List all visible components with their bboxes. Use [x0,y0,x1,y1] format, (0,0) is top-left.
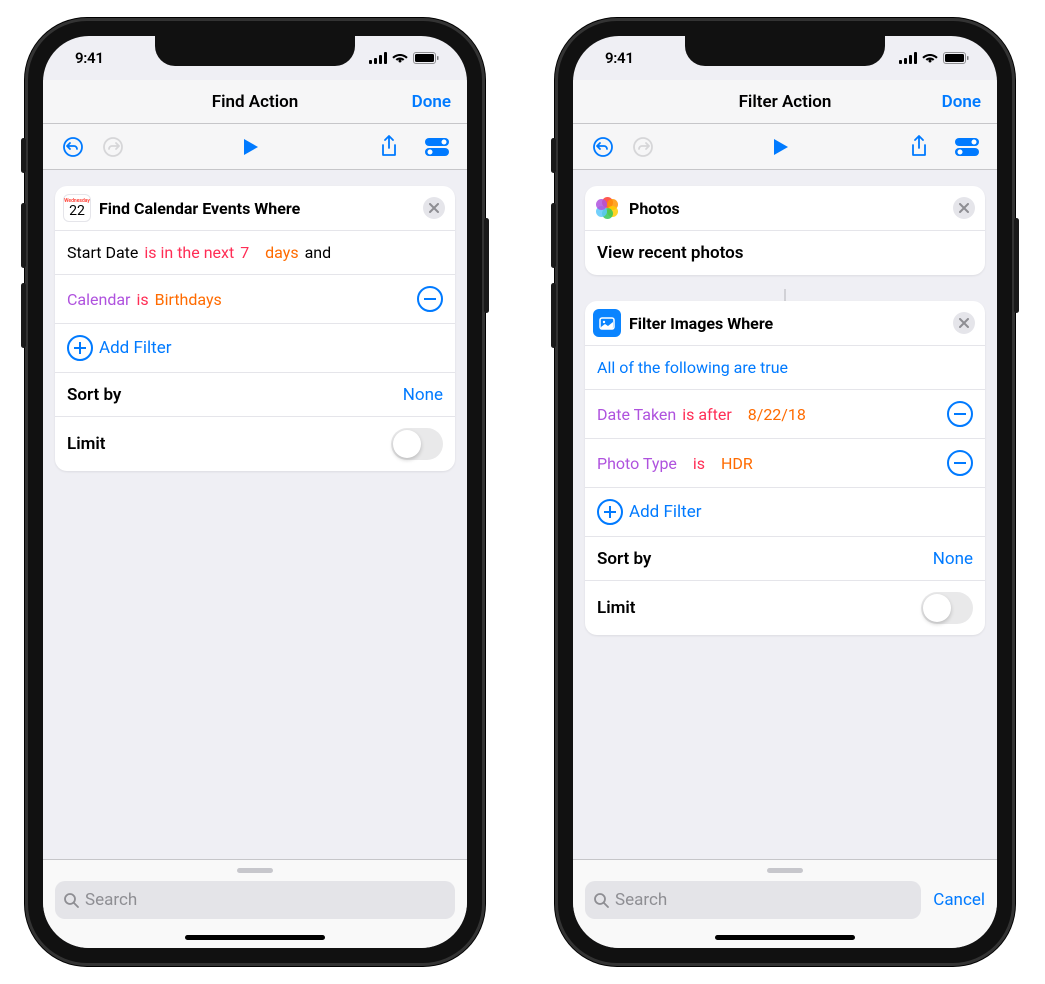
toolbar [573,124,997,170]
remove-filter-button[interactable] [947,450,973,476]
toolbar [43,124,467,170]
phone-left: 9:41 Find Action Done Wednesd [25,18,485,966]
limit-switch[interactable] [391,428,443,460]
limit-row[interactable]: Limit [585,581,985,635]
settings-button[interactable] [951,131,983,163]
remove-filter-button[interactable] [417,286,443,312]
close-button[interactable] [953,312,975,334]
battery-icon [413,52,439,64]
play-button[interactable] [765,131,797,163]
nav-bar: Find Action Done [43,80,467,124]
bottom-panel[interactable]: Search [43,859,467,948]
done-button[interactable]: Done [942,92,981,112]
drag-handle-icon[interactable] [767,868,803,873]
filter-row-photo-type[interactable]: Photo Type is HDR [585,439,985,488]
battery-icon [943,52,969,64]
filter-row-calendar[interactable]: Calendar is Birthdays [55,275,455,324]
close-button[interactable] [423,197,445,219]
status-time: 9:41 [605,49,634,67]
search-icon [593,892,609,908]
share-button[interactable] [903,131,935,163]
search-icon [63,892,79,908]
photos-card: Photos View recent photos [585,186,985,275]
phone-right: 9:41 Filter Action Done [555,18,1015,966]
sort-by-row[interactable]: Sort by None [55,373,455,417]
condition-mode-row[interactable]: All of the following are true [585,346,985,390]
search-input[interactable]: Search [585,881,921,919]
card-title: Photos [629,199,945,218]
done-button[interactable]: Done [412,92,451,112]
sort-by-row[interactable]: Sort by None [585,537,985,581]
photos-icon [593,194,621,222]
close-button[interactable] [953,197,975,219]
add-icon [67,335,93,361]
share-button[interactable] [373,131,405,163]
images-icon [593,309,621,337]
cancel-button[interactable]: Cancel [933,890,985,910]
add-icon [597,499,623,525]
redo-button [97,131,129,163]
play-button[interactable] [235,131,267,163]
flow-connector [784,289,786,301]
status-time: 9:41 [75,49,104,67]
limit-row[interactable]: Limit [55,417,455,471]
nav-title: Find Action [212,92,299,112]
home-indicator[interactable] [185,935,325,940]
wifi-icon [392,52,408,64]
find-calendar-card: Wednesday 22 Find Calendar Events Where … [55,186,455,471]
nav-title: Filter Action [739,92,832,112]
search-input[interactable]: Search [55,881,455,919]
card-title: Find Calendar Events Where [99,199,415,218]
wifi-icon [922,52,938,64]
view-recent-photos-row[interactable]: View recent photos [585,231,985,275]
settings-button[interactable] [421,131,453,163]
home-indicator[interactable] [715,935,855,940]
undo-button[interactable] [57,131,89,163]
redo-button [627,131,659,163]
bottom-panel[interactable]: Search Cancel [573,859,997,948]
filter-row-date-taken[interactable]: Date Taken is after 8/22/18 [585,390,985,439]
nav-bar: Filter Action Done [573,80,997,124]
undo-button[interactable] [587,131,619,163]
calendar-icon: Wednesday 22 [63,194,91,222]
add-filter-row[interactable]: Add Filter [55,324,455,373]
remove-filter-button[interactable] [947,401,973,427]
add-filter-row[interactable]: Add Filter [585,488,985,537]
limit-switch[interactable] [921,592,973,624]
card-title: Filter Images Where [629,314,945,333]
signal-icon [369,52,387,64]
filter-images-card: Filter Images Where All of the following… [585,301,985,635]
filter-row-start-date[interactable]: Start Date is in the next 7 days and [55,231,455,275]
drag-handle-icon[interactable] [237,868,273,873]
signal-icon [899,52,917,64]
